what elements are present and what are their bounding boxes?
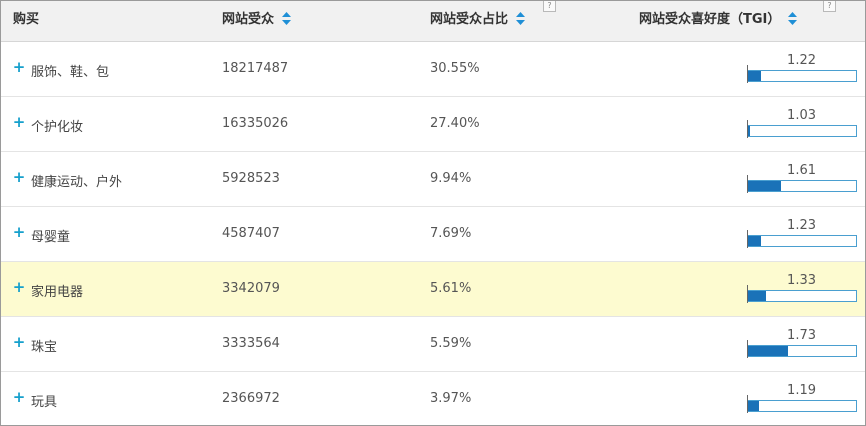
audience-count: 16335026 xyxy=(222,116,289,131)
expand-plus-icon[interactable]: + xyxy=(12,60,26,75)
header-share[interactable]: 网站受众占比 xyxy=(430,11,525,28)
tgi-value: 1.03 xyxy=(787,108,816,123)
header-tgi[interactable]: 网站受众喜好度（TGI） xyxy=(639,11,797,28)
tgi-bar-fill xyxy=(748,126,750,136)
expand-plus-icon[interactable]: + xyxy=(12,170,26,185)
tgi-bar-fill xyxy=(748,71,761,81)
category-label: 珠宝 xyxy=(31,340,58,355)
audience-count: 18217487 xyxy=(222,61,289,76)
tgi-bar xyxy=(747,345,857,357)
table-row[interactable]: + 健康运动、户外 5928523 9.94% 1.61 xyxy=(1,152,865,207)
audience-count: 3342079 xyxy=(222,281,280,296)
expand-plus-icon[interactable]: + xyxy=(12,335,26,350)
tgi-bar xyxy=(747,400,857,412)
help-icon[interactable]: ? xyxy=(823,1,836,12)
table-row[interactable]: + 个护化妆 16335026 27.40% 1.03 xyxy=(1,97,865,152)
tgi-baseline-tick xyxy=(747,65,748,83)
sort-icon[interactable] xyxy=(281,11,291,26)
tgi-bar-fill xyxy=(748,181,781,191)
table-row[interactable]: + 珠宝 3333564 5.59% 1.73 xyxy=(1,317,865,372)
header-tgi-label: 网站受众喜好度（TGI） xyxy=(639,12,781,27)
category-label: 家用电器 xyxy=(31,285,84,300)
expand-plus-icon[interactable]: + xyxy=(12,390,26,405)
audience-count: 2366972 xyxy=(222,391,280,406)
table-row[interactable]: + 玩具 2366972 3.97% 1.19 xyxy=(1,372,865,425)
audience-count: 3333564 xyxy=(222,336,280,351)
audience-share: 3.97% xyxy=(430,391,472,406)
category-label: 个护化妆 xyxy=(31,120,84,135)
category-label: 母婴童 xyxy=(31,230,71,245)
sort-icon[interactable] xyxy=(787,11,797,26)
tgi-value: 1.73 xyxy=(787,328,816,343)
tgi-bar-fill xyxy=(748,346,788,356)
category-label: 健康运动、户外 xyxy=(31,175,123,190)
audience-share: 5.59% xyxy=(430,336,472,351)
tgi-baseline-tick xyxy=(747,175,748,193)
tgi-value: 1.61 xyxy=(787,163,816,178)
category-label: 服饰、鞋、包 xyxy=(31,65,110,80)
tgi-baseline-tick xyxy=(747,395,748,413)
audience-share: 30.55% xyxy=(430,61,480,76)
audience-count: 5928523 xyxy=(222,171,280,186)
help-icon[interactable]: ? xyxy=(543,1,556,12)
tgi-baseline-tick xyxy=(747,120,748,138)
tgi-bar-fill xyxy=(748,236,761,246)
tgi-value: 1.19 xyxy=(787,383,816,398)
audience-count: 4587407 xyxy=(222,226,280,241)
tgi-bar-fill xyxy=(748,291,766,301)
tgi-table: 购买 网站受众 网站受众占比 ? 网站受众喜好度（TGI） ? + 服饰、鞋、包 xyxy=(0,0,866,426)
table-header: 购买 网站受众 网站受众占比 ? 网站受众喜好度（TGI） ? xyxy=(1,1,865,42)
audience-share: 9.94% xyxy=(430,171,472,186)
header-share-label: 网站受众占比 xyxy=(430,12,509,27)
header-audience-label: 网站受众 xyxy=(222,12,275,27)
tgi-baseline-tick xyxy=(747,340,748,358)
tgi-value: 1.33 xyxy=(787,273,816,288)
expand-plus-icon[interactable]: + xyxy=(12,115,26,130)
table-row[interactable]: + 家用电器 3342079 5.61% 1.33 xyxy=(1,262,865,317)
tgi-value: 1.23 xyxy=(787,218,816,233)
tgi-bar-fill xyxy=(748,401,759,411)
header-audience[interactable]: 网站受众 xyxy=(222,11,291,28)
expand-plus-icon[interactable]: + xyxy=(12,225,26,240)
table-row[interactable]: + 母婴童 4587407 7.69% 1.23 xyxy=(1,207,865,262)
tgi-baseline-tick xyxy=(747,285,748,303)
audience-share: 7.69% xyxy=(430,226,472,241)
tgi-value: 1.22 xyxy=(787,53,816,68)
header-category: 购买 xyxy=(13,12,40,27)
tgi-bar xyxy=(747,235,857,247)
tgi-bar xyxy=(747,125,857,137)
tgi-baseline-tick xyxy=(747,230,748,248)
category-label: 玩具 xyxy=(31,395,58,410)
audience-share: 27.40% xyxy=(430,116,480,131)
expand-plus-icon[interactable]: + xyxy=(12,280,26,295)
sort-icon[interactable] xyxy=(515,11,525,26)
tgi-bar xyxy=(747,180,857,192)
tgi-bar xyxy=(747,70,857,82)
audience-share: 5.61% xyxy=(430,281,472,296)
table-row[interactable]: + 服饰、鞋、包 18217487 30.55% 1.22 xyxy=(1,42,865,97)
tgi-bar xyxy=(747,290,857,302)
